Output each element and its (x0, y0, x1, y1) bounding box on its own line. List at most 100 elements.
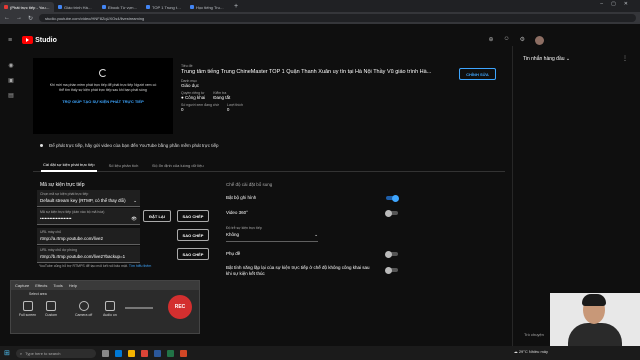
server-url-field[interactable]: URL máy chủ rtmp://a.rtmp.youtube.com/li… (37, 228, 140, 245)
screen-recorder: Capture Effects Tools Help Select area F… (10, 280, 200, 334)
speaker-icon (104, 301, 115, 311)
chrome-icon[interactable] (140, 349, 148, 357)
learn-more-link[interactable]: Tìm hiểu thêm (129, 264, 151, 268)
new-tab-button[interactable]: + (230, 3, 242, 10)
chevron-down-icon: ⌄ (133, 198, 137, 203)
tab-stream-health[interactable]: Độ ổn định của luồng dữ liệu (150, 158, 205, 172)
copy-key-button[interactable]: SAO CHÉP (177, 210, 209, 222)
address-input[interactable]: studio.youtube.com/video/HNF8ZqUXOs4/liv… (39, 14, 636, 22)
menu-effects[interactable]: Effects (35, 283, 47, 288)
settings-icon[interactable]: ⚙ (520, 36, 525, 45)
chevron-down-icon: ⌄ (314, 232, 318, 237)
unlisted-replay-toggle[interactable] (385, 266, 398, 274)
folder-icon[interactable] (127, 349, 135, 357)
chat-header[interactable]: Tin nhắn hàng đầu ⌄ (523, 56, 570, 62)
edit-button[interactable]: CHỈNH SỬA (459, 68, 496, 80)
back-icon[interactable]: ← (4, 15, 10, 21)
privacy-value: ● Công khai (181, 95, 206, 100)
tab-stream-settings[interactable]: Cài đặt sự kiện phát trực tiếp (41, 158, 97, 172)
browser-tab[interactable]: Ebook Từ vựng tiếng Trung Thư (98, 2, 142, 12)
camera-icon (78, 301, 89, 311)
windows-start-icon[interactable]: ⊞ (4, 349, 10, 357)
menu-help[interactable]: Help (69, 283, 77, 288)
reload-icon[interactable]: ↻ (28, 15, 33, 22)
viewers-count: 0 (181, 107, 184, 112)
chat-input-hint[interactable]: Trò chuyện (524, 332, 544, 337)
menu-tools[interactable]: Tools (53, 283, 62, 288)
avatar[interactable] (535, 36, 544, 45)
taskbar-search[interactable]: ⌕ Type here to search (15, 348, 96, 358)
camera-tool[interactable]: Camera off (75, 301, 92, 317)
latency-select[interactable]: Độ trễ sự kiện trực tiếp Không ⌄ (226, 226, 318, 242)
rtmps-hint: YouTube cũng hỗ trợ RTMPS để tạo mối kết… (39, 264, 152, 268)
browser-tab[interactable]: Học tiếng Trung Nguyễn Minh Vũ (186, 2, 230, 12)
dvr-toggle[interactable] (386, 194, 399, 202)
additional-settings-heading: Chế độ cài đặt bổ sung (226, 182, 273, 187)
category-value: Giáo dục (181, 83, 200, 88)
toggle-knob (392, 194, 399, 202)
powerpoint-icon[interactable] (179, 349, 187, 357)
stream-title: Trung tâm tiếng Trung ChineMaster TOP 1 … (181, 69, 432, 75)
stream-key-select[interactable]: Chọn mã sự kiện phát trực tiếp Default s… (37, 190, 140, 207)
bullet-icon (40, 144, 43, 147)
weather-tray[interactable]: ☁ 29°C Nhiều mây (514, 349, 548, 354)
live-icon[interactable]: ◉ (8, 62, 13, 69)
menu-icon[interactable]: ≡ (8, 37, 12, 44)
camera-icon[interactable]: ▣ (8, 77, 14, 84)
stream-details: Tiêu đề Trung tâm tiếng Trung ChineMaste… (181, 64, 451, 115)
audio-tool[interactable]: Audio on (103, 301, 117, 317)
toggle-knob (385, 250, 392, 258)
menu-capture[interactable]: Capture (15, 283, 29, 288)
video360-label: Video 360° (226, 210, 248, 215)
webcam-overlay (550, 293, 640, 346)
stream-preview: Khi mời ma phần mềm phát trực tiếp để ph… (33, 58, 173, 134)
stream-key-field[interactable]: Mã sự kiện trực tiếp (dán vào bộ mã hóa)… (37, 208, 140, 225)
help-link[interactable]: TRỢ GIÚP TẠO SỰ KIỆN PHÁT TRỰC TIẾP (33, 99, 173, 104)
toggle-knob (385, 209, 392, 217)
crosshair-icon[interactable]: ⊕ (488, 36, 493, 45)
likes-count: 0 (226, 107, 230, 112)
stream-note: Để phát trực tiếp, hãy gửi video của bạn… (40, 143, 218, 148)
browser-tab[interactable]: Giáo trình Hán ngữ ChineMaster (54, 2, 98, 12)
video360-toggle[interactable] (385, 209, 398, 217)
weather-icon: ☁ (513, 349, 518, 354)
edge-icon[interactable] (114, 349, 122, 357)
tab-analytics[interactable]: Số liệu phân tích (107, 158, 141, 172)
forward-icon[interactable]: → (16, 15, 22, 21)
toggle-knob (385, 266, 392, 274)
eye-icon[interactable]: 👁 (131, 216, 137, 222)
window-controls[interactable]: –▢✕ (600, 1, 636, 7)
browser-tab[interactable]: TOP 1 Trung tâm tiếng Trung (142, 2, 186, 12)
more-icon[interactable]: ⋮ (622, 55, 628, 62)
page-favicon-icon (190, 5, 194, 9)
webcam-hair (582, 294, 606, 306)
youtube-logo-icon (22, 36, 34, 44)
browser-tabbar: (Phát trực tiếp - YouTube Studio Giáo tr… (0, 0, 640, 12)
status-value: Đang tắt (213, 95, 231, 100)
copy-url-button[interactable]: SAO CHÉP (177, 229, 209, 241)
recorder-menu: Capture Effects Tools Help (11, 281, 199, 290)
manage-icon[interactable]: ▤ (8, 92, 14, 99)
volume-slider[interactable] (125, 307, 153, 309)
dvr-label: Bật bộ ghi hình (226, 195, 257, 200)
word-icon[interactable] (153, 349, 161, 357)
excel-icon[interactable] (166, 349, 174, 357)
rec-button[interactable]: REC (168, 295, 192, 319)
page-favicon-icon (102, 5, 106, 9)
page-favicon-icon (146, 5, 150, 9)
reset-button[interactable]: ĐẶT LẠI (143, 210, 171, 222)
stream-key-heading: Mã sự kiện trực tiếp (40, 182, 85, 188)
copy-backup-button[interactable]: SAO CHÉP (177, 248, 209, 260)
captions-toggle[interactable] (385, 250, 398, 258)
studio-logo[interactable]: Studio (22, 36, 57, 44)
select-area-label: Select area (29, 292, 47, 296)
task-view-icon[interactable] (101, 349, 109, 357)
backup-url-field[interactable]: URL máy chủ dự phòng rtmp://b.rtmp.youtu… (37, 246, 140, 263)
youtube-favicon-icon (4, 5, 8, 9)
preview-message: Khi mời ma phần mềm phát trực tiếp để ph… (49, 83, 157, 92)
feedback-icon[interactable]: ☺ (503, 36, 509, 45)
browser-tab[interactable]: (Phát trực tiếp - YouTube Studio (0, 2, 54, 12)
settings-tabs: Cài đặt sự kiện phát trực tiếp Số liệu p… (33, 158, 505, 172)
fullscreen-tool[interactable]: Full screen (19, 301, 36, 317)
custom-tool[interactable]: Custom (45, 301, 57, 317)
